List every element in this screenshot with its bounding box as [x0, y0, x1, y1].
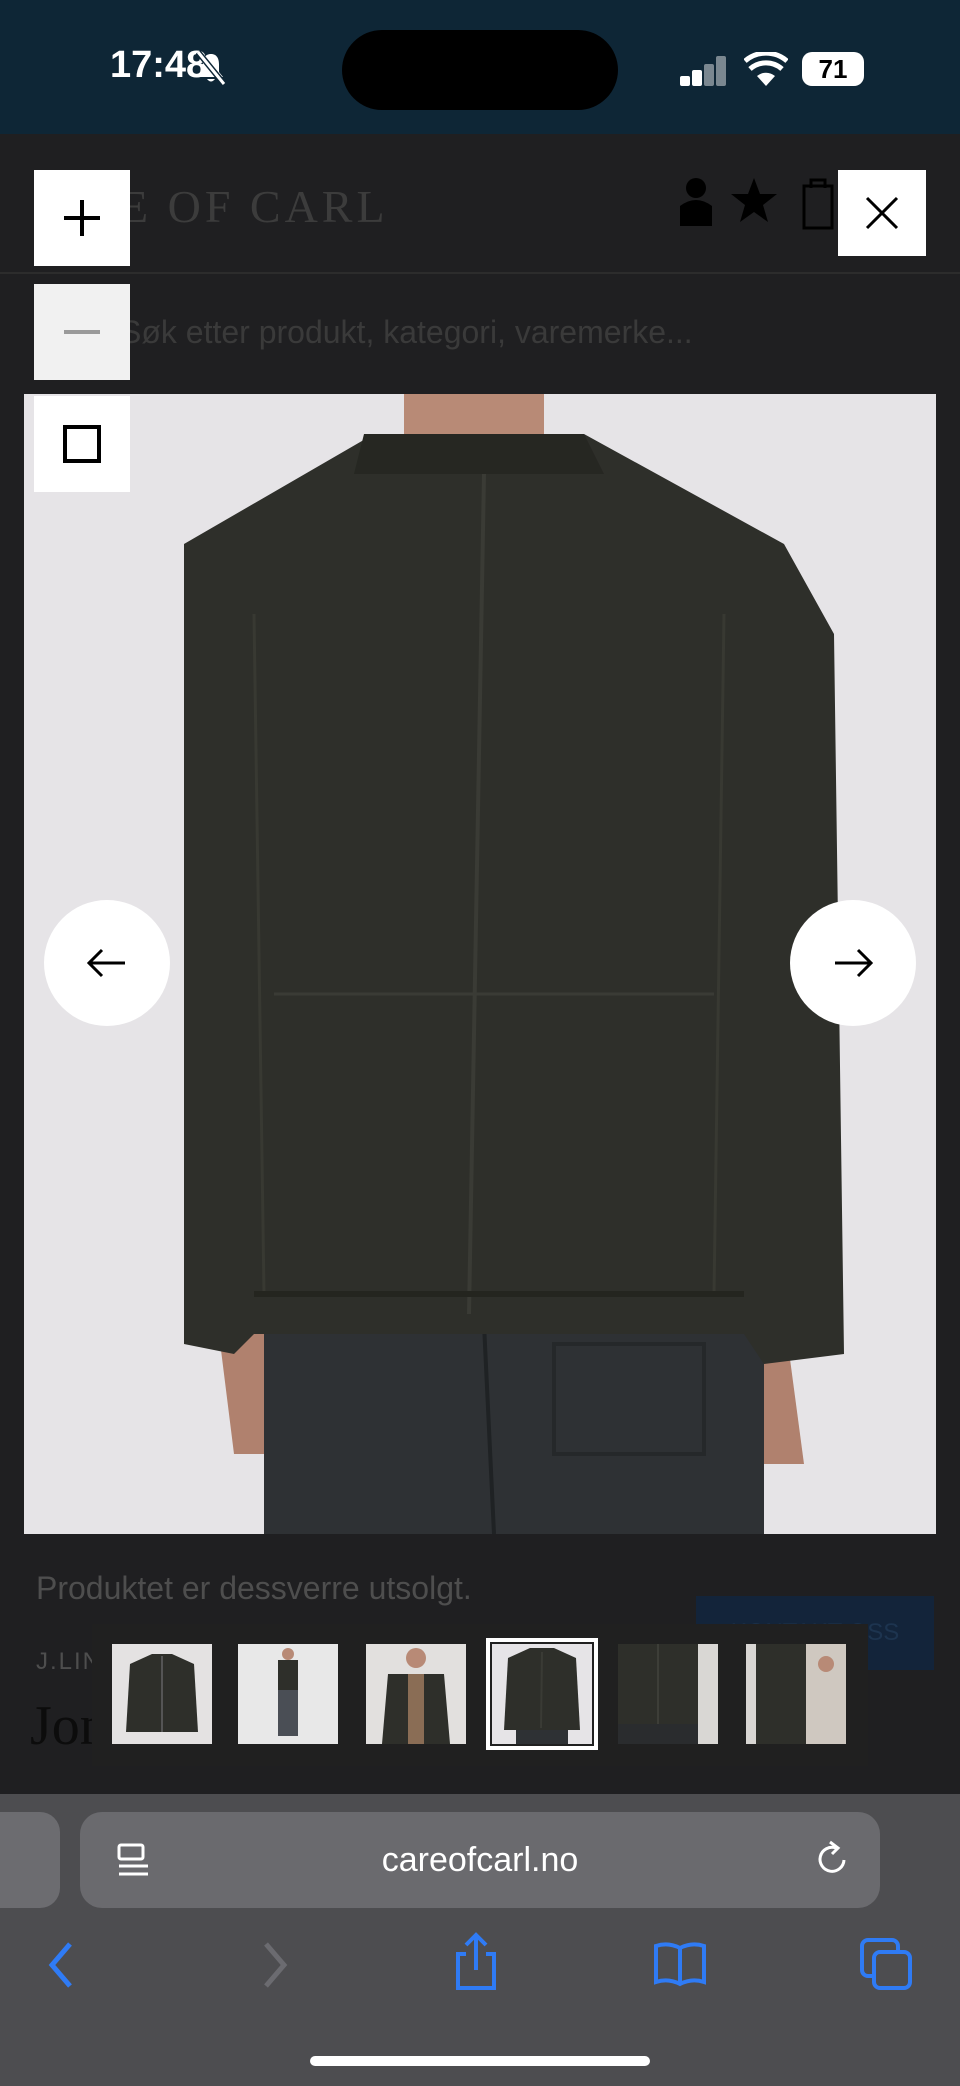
thumbnail-2[interactable]: [238, 1644, 338, 1744]
zoom-out-button[interactable]: [34, 284, 130, 380]
reload-icon[interactable]: [812, 1840, 852, 1880]
arrow-left-icon: [87, 948, 125, 978]
next-image-button[interactable]: [790, 900, 916, 1026]
bell-slash-icon: [196, 50, 226, 86]
battery-indicator: 71: [802, 52, 864, 86]
square-icon: [63, 425, 101, 463]
forward-icon[interactable]: [256, 1940, 292, 1990]
wishlist-star-icon[interactable]: [730, 176, 778, 224]
back-icon[interactable]: [44, 1940, 80, 1990]
close-icon: [865, 196, 899, 230]
status-time: 17:48: [110, 44, 208, 86]
home-indicator: [310, 2056, 650, 2066]
previous-tab-preview[interactable]: [0, 1812, 60, 1908]
dynamic-island: [342, 30, 618, 110]
cellular-signal-icon: [680, 56, 726, 86]
header-divider: [0, 272, 960, 274]
url-text[interactable]: careofcarl.no: [80, 1812, 880, 1908]
close-lightbox-button[interactable]: [838, 170, 926, 256]
previous-image-button[interactable]: [44, 900, 170, 1026]
cart-bag-icon[interactable]: [800, 176, 836, 230]
search-input[interactable]: Søk etter produkt, kategori, varemerke..…: [120, 314, 693, 351]
minus-icon: [64, 330, 100, 334]
site-logo: E OF CARL: [120, 181, 389, 232]
arrow-right-icon: [835, 948, 873, 978]
thumbnail-6[interactable]: [746, 1644, 846, 1744]
sold-out-message: Produktet er dessverre utsolgt.: [36, 1570, 472, 1606]
plus-icon: [64, 200, 100, 236]
thumbnail-1[interactable]: [112, 1644, 212, 1744]
zoom-in-button[interactable]: [34, 170, 130, 266]
bookmarks-icon[interactable]: [652, 1940, 708, 1988]
account-icon[interactable]: [676, 176, 716, 226]
thumbnail-5[interactable]: [618, 1644, 718, 1744]
thumbnail-3[interactable]: [366, 1644, 466, 1744]
fit-to-screen-button[interactable]: [34, 396, 130, 492]
wifi-icon: [744, 52, 788, 86]
share-icon[interactable]: [452, 1932, 500, 1992]
tabs-icon[interactable]: [858, 1936, 914, 1992]
thumbnail-4-selected[interactable]: [486, 1638, 598, 1750]
